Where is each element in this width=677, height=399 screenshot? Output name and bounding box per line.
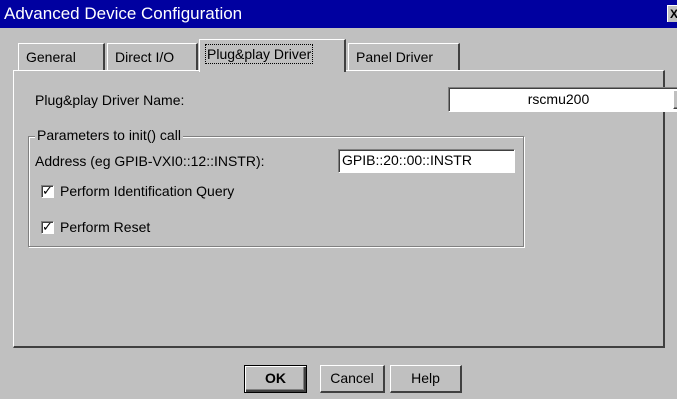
window-title: Advanced Device Configuration [4, 4, 243, 23]
id-query-checkbox[interactable]: ✓ [41, 183, 54, 198]
tab-label: Plug&play Driver [204, 44, 314, 64]
tab-general[interactable]: General [18, 43, 105, 70]
group-title: Parameters to init() call [35, 127, 183, 143]
id-query-label: Perform Identification Query [60, 183, 235, 199]
checkmark-icon: ✓ [42, 219, 53, 234]
help-button[interactable]: Help [390, 365, 462, 393]
tab-label: General [26, 49, 76, 65]
address-label: Address (eg GPIB-VXI0::12::INSTR): [35, 153, 265, 169]
cancel-button[interactable]: Cancel [320, 365, 385, 393]
checkmark-icon: ✓ [42, 183, 53, 198]
tab-label: Panel Driver [356, 49, 434, 65]
driver-name-value: rscmu200 [527, 91, 590, 107]
reset-checkbox[interactable]: ✓ [41, 219, 54, 234]
tab-panel-driver[interactable]: Panel Driver [348, 43, 460, 70]
reset-label: Perform Reset [60, 219, 151, 235]
tab-direct-io[interactable]: Direct I/O [107, 43, 198, 70]
chevron-down-icon[interactable] [673, 90, 677, 109]
close-icon[interactable]: X [667, 5, 677, 22]
title-bar: Advanced Device Configuration X [0, 0, 677, 28]
tab-plugplay-driver[interactable]: Plug&play Driver [199, 39, 346, 72]
tab-label: Direct I/O [115, 49, 175, 65]
driver-name-dropdown[interactable]: rscmu200 [448, 87, 677, 112]
address-input[interactable]: GPIB::20::00::INSTR [338, 149, 515, 173]
driver-name-label: Plug&play Driver Name: [35, 92, 185, 108]
ok-button[interactable]: OK [244, 365, 307, 393]
